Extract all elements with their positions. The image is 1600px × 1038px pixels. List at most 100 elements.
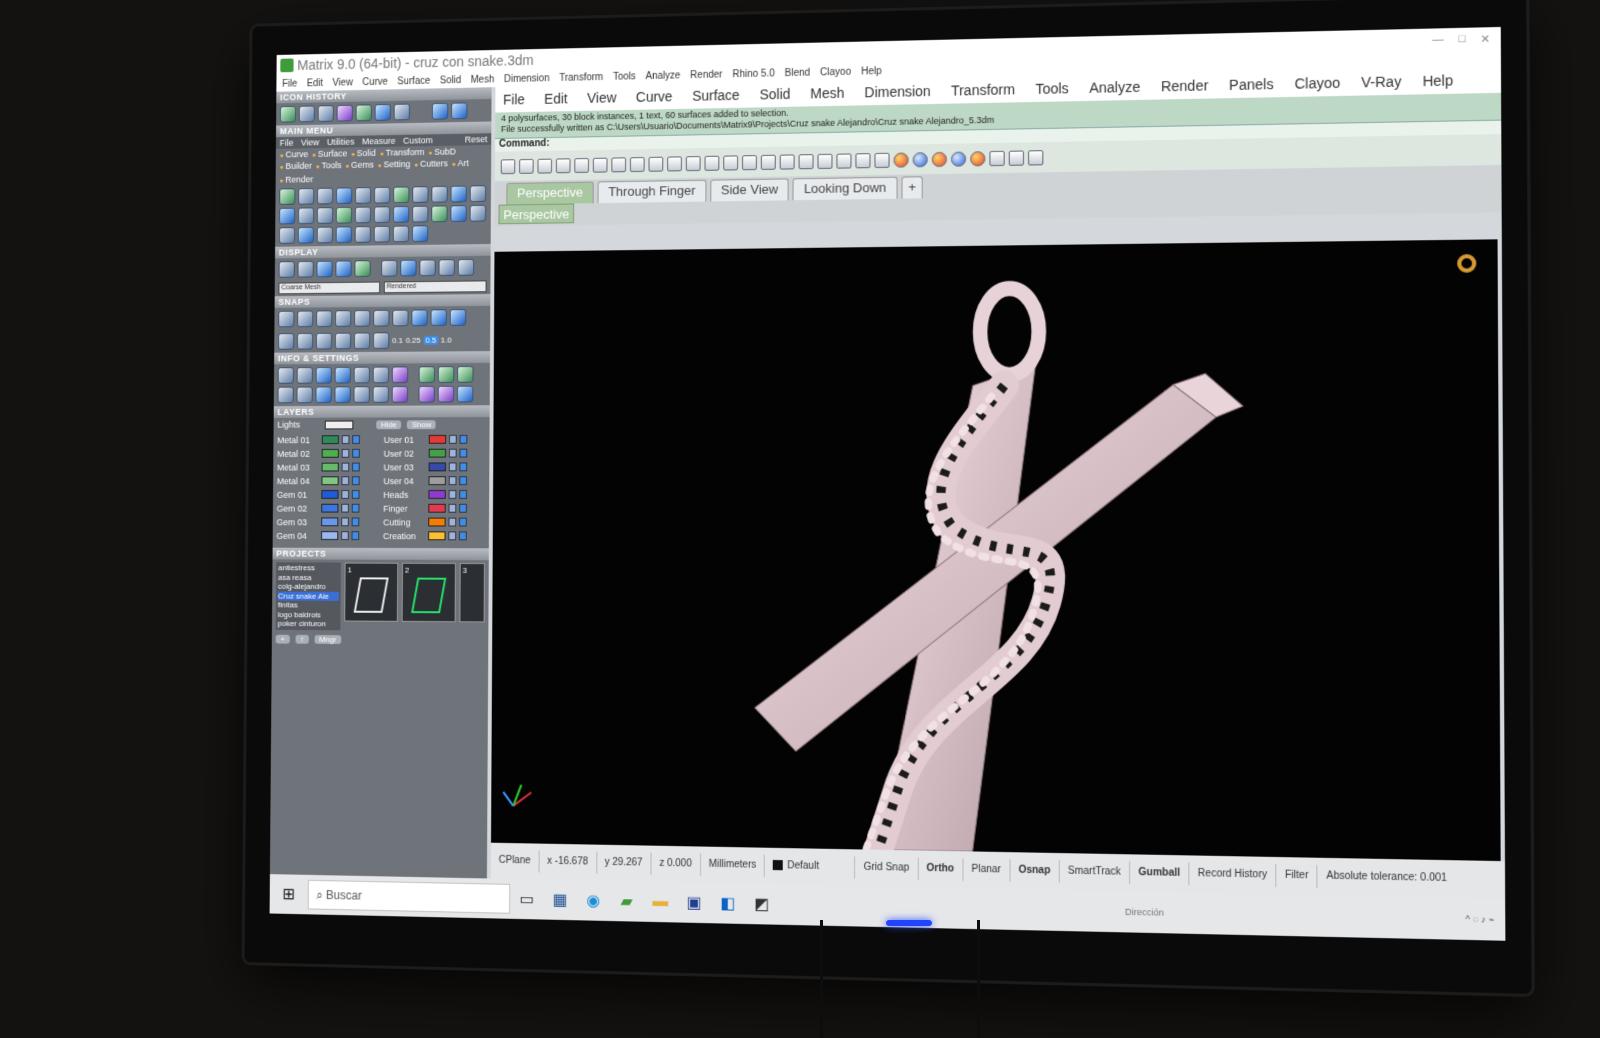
snap-value[interactable]: 0.25	[406, 336, 421, 345]
project-thumbnail[interactable]: 2	[402, 563, 456, 622]
small-menu-item[interactable]: Blend	[785, 67, 810, 78]
tool-icon[interactable]	[470, 185, 486, 202]
small-menu-item[interactable]: View	[332, 77, 352, 88]
layer-lock-icon[interactable]	[449, 490, 457, 499]
material-icon[interactable]	[439, 259, 455, 276]
wireframe-icon[interactable]	[279, 261, 295, 278]
layer-lock-icon[interactable]	[341, 531, 349, 540]
category-cutters[interactable]: Cutters	[414, 158, 448, 168]
zoom-window-icon[interactable]	[723, 155, 738, 170]
layer-color-swatch[interactable]	[321, 476, 338, 485]
toggle-record-history[interactable]: Record History	[1189, 863, 1276, 887]
main-menu-utilities[interactable]: Utilities	[327, 137, 355, 147]
layer-color-swatch[interactable]	[429, 476, 446, 485]
small-menu-item[interactable]: Curve	[362, 76, 387, 87]
history-gem-icon[interactable]	[280, 106, 296, 123]
menu-curve[interactable]: Curve	[636, 88, 673, 105]
layer-visible-icon[interactable]	[352, 435, 360, 444]
cut-icon[interactable]	[593, 157, 608, 172]
layer-visible-icon[interactable]	[352, 490, 360, 499]
snap-icon[interactable]	[354, 310, 370, 327]
snap-icon[interactable]	[431, 309, 447, 326]
small-menu-item[interactable]: Transform	[559, 72, 603, 84]
tool-icon[interactable]	[355, 226, 371, 243]
photoshop-icon[interactable]: ▣	[677, 892, 711, 913]
matrix-icon[interactable]: ▰	[610, 891, 644, 912]
layer-lock-icon[interactable]	[449, 476, 457, 485]
menu-mesh[interactable]: Mesh	[810, 85, 844, 102]
info-icon[interactable]	[457, 366, 473, 383]
project-item[interactable]: finitas	[278, 600, 339, 610]
layer-row[interactable]: Metal 01	[277, 433, 378, 446]
sphere-dark-icon[interactable]	[951, 151, 966, 166]
tool-icon[interactable]	[355, 187, 371, 204]
tool-icon[interactable]	[412, 206, 428, 223]
snap-icon[interactable]	[392, 310, 408, 327]
copy-icon[interactable]	[611, 157, 626, 172]
info-icon[interactable]	[353, 386, 369, 403]
sphere-gray-icon[interactable]	[932, 151, 947, 166]
rotate-icon[interactable]	[780, 154, 795, 169]
system-tray[interactable]: ^ ◌ ♪ ⌁	[1465, 913, 1505, 925]
move-icon[interactable]	[686, 156, 701, 171]
menu-v-ray[interactable]: V-Ray	[1361, 73, 1401, 90]
info-icon[interactable]	[438, 386, 454, 403]
small-menu-item[interactable]: Dimension	[504, 73, 550, 85]
tool-icon[interactable]	[336, 187, 352, 204]
info-icon[interactable]	[335, 367, 351, 384]
layer-visible-icon[interactable]	[352, 463, 360, 472]
history-ring-icon[interactable]	[356, 104, 372, 121]
ring-icon[interactable]	[1457, 254, 1476, 273]
toggle-gumball[interactable]: Gumball	[1130, 862, 1189, 886]
menu-edit[interactable]: Edit	[544, 91, 567, 107]
snap-icon[interactable]	[316, 310, 332, 327]
info-icon[interactable]	[392, 386, 408, 403]
tool-icon[interactable]	[374, 206, 390, 223]
grid-snap-icon[interactable]	[278, 333, 294, 350]
category-subd[interactable]: SubD	[428, 147, 456, 157]
tool-icon[interactable]	[374, 187, 390, 204]
menu-file[interactable]: File	[503, 91, 525, 107]
tool-icon[interactable]	[298, 227, 314, 244]
tool-icon[interactable]	[450, 205, 466, 222]
layer-row[interactable]: Gem 04	[276, 529, 377, 542]
menu-view[interactable]: View	[587, 90, 616, 106]
snap-icon[interactable]	[316, 333, 332, 350]
category-art[interactable]: Art	[452, 158, 469, 168]
tool-icon[interactable]	[470, 205, 486, 222]
layer-visible-icon[interactable]	[459, 531, 467, 540]
main-menu-file[interactable]: File	[280, 138, 294, 148]
light-icon[interactable]	[874, 152, 889, 167]
tool-icon[interactable]	[298, 207, 314, 224]
small-menu-item[interactable]: Render	[690, 69, 722, 81]
windows-start-icon[interactable]: ⊞	[270, 884, 308, 905]
project-item[interactable]: antiestress	[278, 563, 339, 573]
tool-icon[interactable]	[317, 188, 333, 205]
layer-color-swatch[interactable]	[321, 504, 338, 513]
small-menu-item[interactable]: Clayoo	[820, 66, 851, 78]
history-grid-icon[interactable]	[299, 105, 315, 122]
layer-row[interactable]: User 02	[384, 447, 486, 460]
menu-dimension[interactable]: Dimension	[864, 83, 930, 100]
sphere-icon[interactable]	[335, 260, 351, 277]
layer-visible-icon[interactable]	[352, 517, 360, 526]
tool-icon[interactable]	[393, 206, 409, 223]
manager-button[interactable]: Mngr	[314, 635, 341, 644]
properties-icon[interactable]	[574, 157, 589, 172]
project-list[interactable]: antiestress asa reasa colg-alejandro Cruz s…	[276, 562, 341, 629]
layer-color-swatch[interactable]	[428, 531, 445, 540]
category-surface[interactable]: Surface	[312, 149, 347, 159]
project-item[interactable]: asa reasa	[278, 573, 339, 583]
layer-row[interactable]: Finger	[383, 502, 485, 515]
category-setting[interactable]: Setting	[378, 159, 411, 169]
project-item[interactable]: logo baldrois	[278, 610, 339, 620]
info-icon[interactable]	[315, 386, 331, 403]
taskbar-search[interactable]: ⌕ Buscar	[308, 880, 511, 914]
small-menu-item[interactable]: Surface	[397, 75, 430, 86]
outlook-icon[interactable]: ◧	[711, 893, 745, 914]
tool-icon[interactable]	[451, 186, 467, 203]
viewport-name[interactable]: Perspective	[498, 204, 574, 225]
tool-icon[interactable]	[431, 205, 447, 222]
snap-icon[interactable]	[335, 333, 351, 350]
tool-icon[interactable]	[279, 208, 295, 225]
